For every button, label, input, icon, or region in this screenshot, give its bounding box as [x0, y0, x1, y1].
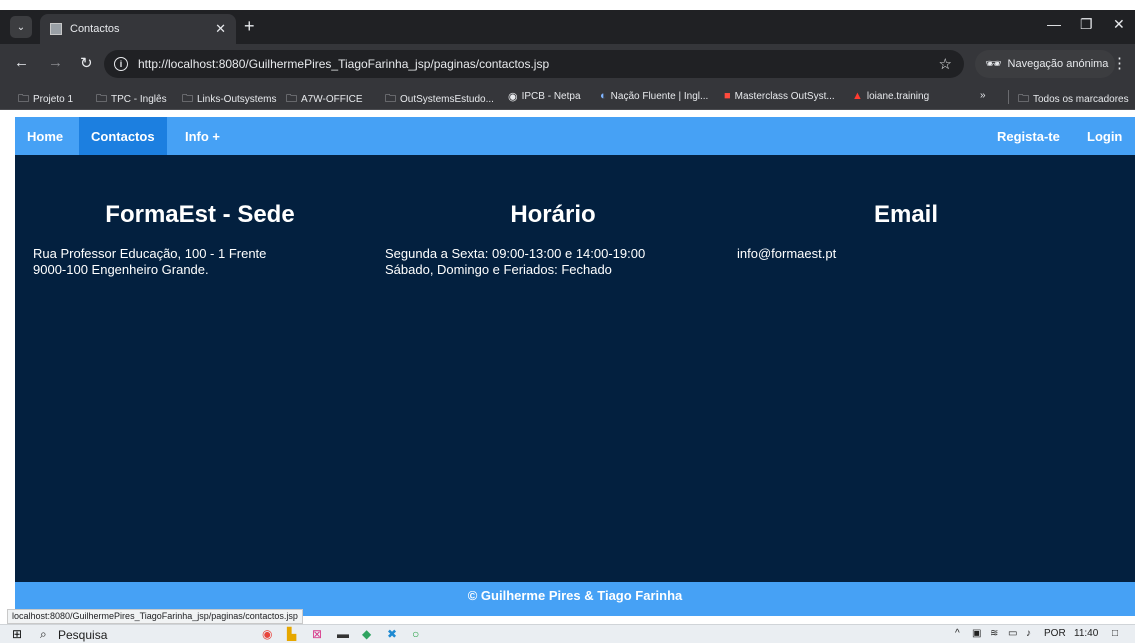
- whatsapp-icon[interactable]: ○: [412, 627, 419, 641]
- incognito-badge[interactable]: 🕶 Navegação anónima: [975, 50, 1115, 78]
- web-page: Home Contactos Info + Regista-te Login F…: [15, 117, 1135, 616]
- reload-icon[interactable]: ↻: [80, 54, 93, 72]
- angular-icon: ▲: [852, 90, 863, 102]
- address-bar[interactable]: i http://localhost:8080/GuilhermePires_T…: [104, 50, 964, 78]
- nav-register[interactable]: Regista-te: [985, 117, 1072, 155]
- site-icon: ■: [724, 90, 731, 102]
- search-icon[interactable]: ⌕: [40, 627, 47, 642]
- file-explorer-icon[interactable]: ▙: [287, 627, 296, 641]
- notifications-icon[interactable]: □: [1112, 628, 1118, 639]
- site-info-icon[interactable]: i: [114, 57, 128, 71]
- forward-icon[interactable]: →: [48, 54, 63, 71]
- folder-icon: 🗀: [182, 93, 193, 105]
- incognito-label: Navegação anónima: [1007, 58, 1109, 70]
- close-window-icon[interactable]: ✕: [1113, 16, 1125, 33]
- bookmark-item[interactable]: 🗀 OutSystemsEstudo...: [385, 90, 494, 109]
- bookmark-item[interactable]: ◉ IPCB - Netpa: [508, 90, 581, 103]
- volume-icon[interactable]: ♪: [1026, 628, 1031, 639]
- sede-address: Rua Professor Educação, 100 - 1 Frente 9…: [33, 246, 267, 277]
- taskbar-search-label[interactable]: Pesquisa: [58, 628, 107, 642]
- bookmark-item[interactable]: 🗀 TPC - Inglês: [96, 90, 167, 109]
- nav-home[interactable]: Home: [15, 117, 75, 155]
- url-text[interactable]: http://localhost:8080/GuilhermePires_Tia…: [138, 57, 549, 71]
- browser-menu-icon[interactable]: ⋮: [1112, 54, 1127, 72]
- folder-icon: 🗀: [1018, 93, 1029, 105]
- restore-icon[interactable]: ❐: [1080, 16, 1093, 33]
- bookmarks-separator: [1008, 90, 1009, 104]
- vscode-icon[interactable]: ✖: [387, 627, 397, 641]
- bookmark-item[interactable]: ▲ loiane.training: [852, 90, 929, 102]
- favicon-icon: [50, 23, 62, 35]
- nav-info[interactable]: Info +: [173, 117, 232, 155]
- bookmark-item[interactable]: ■ Masterclass OutSyst...: [724, 90, 835, 102]
- folder-icon: 🗀: [385, 93, 396, 105]
- bookmarks-bar: 🗀 Projeto 1 🗀 TPC - Inglês 🗀 Links-Outsyste…: [0, 84, 1135, 110]
- tab-title: Contactos: [70, 23, 120, 35]
- bookmark-item[interactable]: 🗀 Links-Outsystems: [182, 90, 276, 109]
- horario-title: Horário: [510, 201, 596, 228]
- folder-icon: 🗀: [96, 93, 107, 105]
- folder-icon: 🗀: [18, 93, 29, 105]
- back-icon[interactable]: ←: [14, 54, 29, 71]
- browser-toolbar: ← → ↻ i http://localhost:8080/GuilhermeP…: [0, 44, 1135, 84]
- nav-contactos[interactable]: Contactos: [79, 117, 167, 155]
- app-icon[interactable]: ◆: [362, 627, 371, 641]
- bookmark-item[interactable]: 🗀 A7W-OFFICE: [286, 90, 362, 109]
- bookmark-item[interactable]: 🗀 Projeto 1: [18, 90, 73, 109]
- screen: ⌄ Contactos ✕ + — ❐ ✕ ← → ↻ i http://loc…: [0, 0, 1135, 643]
- status-bar-url: localhost:8080/GuilhermePires_TiagoFarin…: [7, 609, 303, 624]
- globe-icon: ◉: [508, 91, 518, 103]
- site-icon: ◐: [600, 90, 607, 102]
- windows-taskbar: ⊞ ⌕ Pesquisa ◉ ▙ ⊠ ▬ ◆ ✖ ○ ^ ▣ ≋ ▭ ♪ POR…: [0, 624, 1135, 643]
- clock[interactable]: 11:40: [1074, 628, 1098, 639]
- tray-chevron-icon[interactable]: ^: [955, 628, 960, 639]
- minimize-icon[interactable]: —: [1047, 16, 1061, 32]
- folder-icon: 🗀: [286, 93, 297, 105]
- browser-tab-bar: ⌄ Contactos ✕ + — ❐ ✕: [0, 10, 1135, 44]
- bookmark-item[interactable]: ◐ Nação Fluente | Ingl...: [600, 90, 708, 102]
- browser-tab[interactable]: Contactos ✕: [40, 14, 236, 44]
- chrome-icon[interactable]: ◉: [262, 627, 272, 641]
- sede-title: FormaEst - Sede: [105, 201, 295, 228]
- bookmark-star-icon[interactable]: ☆: [939, 55, 952, 73]
- windows-start-icon[interactable]: ⊞: [12, 627, 22, 641]
- incognito-icon: 🕶: [985, 56, 1002, 71]
- new-tab-icon[interactable]: +: [244, 16, 255, 37]
- site-navbar: Home Contactos Info + Regista-te Login: [15, 117, 1135, 155]
- wifi-icon[interactable]: ≋: [990, 628, 998, 639]
- terminal-icon[interactable]: ▬: [337, 627, 349, 641]
- store-icon[interactable]: ⊠: [312, 627, 322, 641]
- language-indicator[interactable]: POR: [1044, 628, 1066, 639]
- horario-text: Segunda a Sexta: 09:00-13:00 e 14:00-19:…: [385, 246, 646, 277]
- nav-login[interactable]: Login: [1075, 117, 1134, 155]
- email-text: info@formaest.pt: [737, 246, 837, 261]
- tab-search-icon[interactable]: ⌄: [10, 16, 32, 38]
- close-tab-icon[interactable]: ✕: [215, 21, 226, 37]
- more-bookmarks-icon[interactable]: »: [980, 90, 986, 101]
- battery-icon[interactable]: ▭: [1008, 628, 1017, 639]
- tray-app-icon[interactable]: ▣: [972, 628, 981, 639]
- email-title: Email: [873, 201, 939, 228]
- all-bookmarks-button[interactable]: 🗀 Todos os marcadores: [1018, 90, 1129, 109]
